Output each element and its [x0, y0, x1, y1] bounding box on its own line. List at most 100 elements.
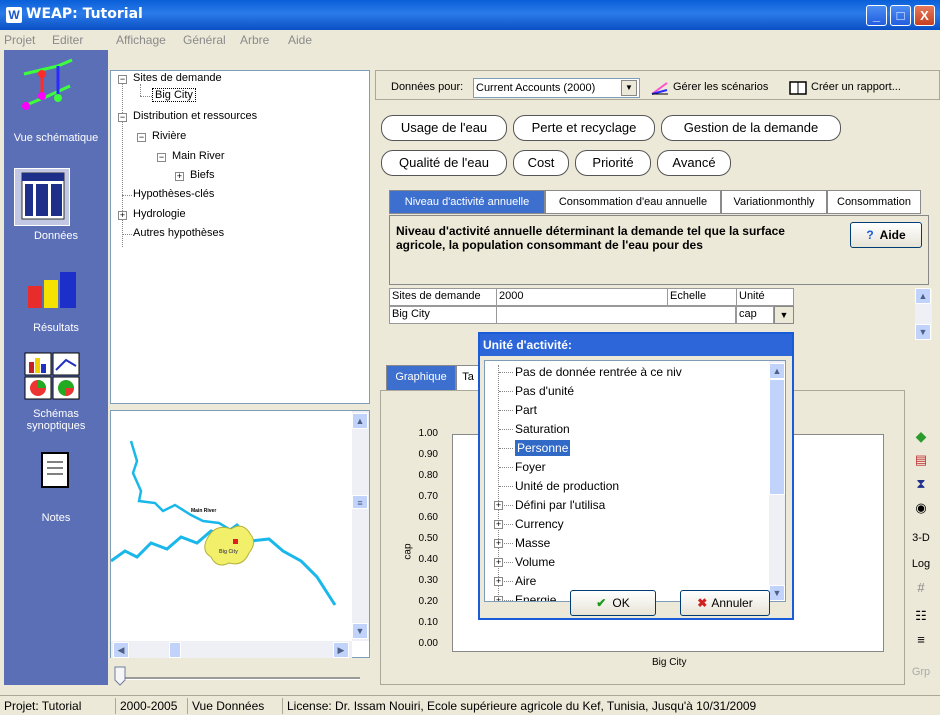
menu-arbre[interactable]: Arbre: [240, 33, 269, 47]
nav-data[interactable]: Données: [4, 170, 108, 246]
collapse-main-river-icon[interactable]: −: [157, 153, 166, 162]
tab-table[interactable]: Ta: [456, 365, 480, 391]
zoom-slider-thumb[interactable]: [114, 666, 126, 686]
collapse-distribution-icon[interactable]: −: [118, 113, 127, 122]
scenario-select[interactable]: Current Accounts (2000): [473, 78, 640, 98]
map-scroll-up-button[interactable]: ▲: [352, 413, 368, 429]
scenario-dropdown-arrow-icon[interactable]: ▼: [621, 80, 637, 96]
menu-aide[interactable]: Aide: [288, 33, 312, 47]
unit-item[interactable]: Masse: [515, 535, 550, 551]
grid-cell-value[interactable]: [496, 306, 736, 324]
stacked-bar-icon[interactable]: ▤: [910, 452, 932, 468]
nav-results[interactable]: Résultats: [4, 272, 108, 338]
close-button[interactable]: X: [914, 5, 935, 26]
unit-item[interactable]: Currency: [515, 516, 564, 532]
menu-affichage[interactable]: Affichage: [116, 33, 166, 47]
tree-node-distribution[interactable]: Distribution et ressources: [133, 110, 257, 122]
expand-unit-group-icon[interactable]: +: [494, 539, 503, 548]
unit-item[interactable]: Pas de donnée rentrée à ce niv: [515, 364, 682, 380]
tree-node-sites[interactable]: Sites de demande: [133, 72, 222, 84]
pill-loss-recycling[interactable]: Perte et recyclage: [513, 115, 655, 141]
pill-cost[interactable]: Cost: [513, 150, 569, 176]
expand-unit-group-icon[interactable]: +: [494, 596, 503, 601]
grid-cell-unit[interactable]: cap: [736, 306, 774, 324]
unit-item[interactable]: Unité de production: [515, 478, 619, 494]
map-scroll-down-button[interactable]: ▼: [352, 623, 368, 639]
map-scroll-thumb[interactable]: ≡: [352, 495, 368, 509]
map-scroll-left-button[interactable]: ◀: [113, 642, 129, 658]
menu-editer[interactable]: Editer: [52, 33, 83, 47]
expand-unit-group-icon[interactable]: +: [494, 501, 503, 510]
help-button[interactable]: ? Aide: [850, 222, 922, 248]
unit-item[interactable]: Energie: [515, 592, 556, 601]
3d-button[interactable]: 3-D: [910, 532, 932, 544]
pill-water-use[interactable]: Usage de l'eau: [381, 115, 507, 141]
tab-consumption[interactable]: Consommation: [827, 190, 921, 214]
map-hscrollbar[interactable]: [111, 641, 352, 658]
chart-type-icon[interactable]: ◆: [910, 428, 932, 445]
unit-item-selected[interactable]: Personne: [515, 440, 571, 456]
schematic-map[interactable]: Main River Big City ▲ ≡ ▼ ◀ ▶: [110, 410, 370, 658]
unit-item[interactable]: Part: [515, 402, 537, 418]
collapse-river-icon[interactable]: −: [137, 133, 146, 142]
y-tick-label: 0.60: [418, 512, 438, 523]
expand-unit-group-icon[interactable]: +: [494, 520, 503, 529]
tree-node-main-river[interactable]: Main River: [172, 150, 225, 162]
unit-dropdown-arrow-icon[interactable]: ▼: [774, 306, 794, 324]
tab-graph[interactable]: Graphique: [386, 365, 456, 391]
map-hscroll-thumb[interactable]: [169, 642, 181, 658]
zoom-slider[interactable]: [110, 664, 370, 688]
collapse-sites-icon[interactable]: −: [118, 75, 127, 84]
unit-item[interactable]: Défini par l'utilisa: [515, 497, 605, 513]
unit-list-scroll-down-button[interactable]: ▼: [769, 585, 785, 601]
nav-schematic[interactable]: Vue schématique: [4, 56, 108, 166]
pill-water-quality[interactable]: Qualité de l'eau: [381, 150, 507, 176]
expand-unit-group-icon[interactable]: +: [494, 577, 503, 586]
tab-annual-consumption[interactable]: Consommation d'eau annuelle: [545, 190, 721, 214]
y-tick-label: 0.80: [418, 470, 438, 481]
cancel-button[interactable]: ✖ Annuler: [680, 590, 770, 616]
create-report-button[interactable]: Créer un rapport...: [811, 81, 901, 93]
log-button[interactable]: Log: [910, 558, 932, 570]
group-button[interactable]: Grp: [910, 666, 932, 678]
unit-list-scroll-up-button[interactable]: ▲: [769, 363, 785, 379]
nav-overviews[interactable]: Schémas synoptiques: [4, 352, 108, 444]
unit-item[interactable]: Foyer: [515, 459, 546, 475]
expand-hydrology-icon[interactable]: +: [118, 211, 127, 220]
tree-node-hydrology[interactable]: Hydrologie: [133, 208, 186, 220]
sort-icon[interactable]: ⧗: [910, 476, 932, 492]
tree-node-river[interactable]: Rivière: [152, 130, 186, 142]
legend-icon[interactable]: ☷: [910, 608, 932, 624]
map-vscrollbar[interactable]: [352, 411, 369, 641]
expand-reaches-icon[interactable]: +: [175, 172, 184, 181]
lines-icon[interactable]: ≡: [910, 632, 932, 647]
nav-notes[interactable]: Notes: [4, 450, 108, 526]
unit-list-scroll-thumb[interactable]: [769, 379, 785, 495]
menu-general[interactable]: Général: [183, 33, 226, 47]
unit-item[interactable]: Pas d'unité: [515, 383, 574, 399]
tab-monthly-variation[interactable]: Variationmonthly: [721, 190, 827, 214]
grid-scroll-down-button[interactable]: ▼: [915, 324, 931, 340]
ok-button[interactable]: ✔ OK: [570, 590, 656, 616]
manage-scenarios-button[interactable]: Gérer les scénarios: [673, 81, 768, 93]
pill-priority[interactable]: Priorité: [575, 150, 651, 176]
unit-item[interactable]: Volume: [515, 554, 555, 570]
tree-node-key-assumptions[interactable]: Hypothèses-clés: [133, 188, 214, 200]
menu-projet[interactable]: Projet: [4, 33, 35, 47]
maximize-button[interactable]: □: [890, 5, 911, 26]
unit-item[interactable]: Aire: [515, 573, 536, 589]
grid-scroll-up-button[interactable]: ▲: [915, 288, 931, 304]
unit-item[interactable]: Saturation: [515, 421, 570, 437]
tab-annual-activity[interactable]: Niveau d'activité annuelle: [389, 190, 545, 214]
tree-node-other-assumptions[interactable]: Autres hypothèses: [133, 227, 224, 239]
minimize-button[interactable]: _: [866, 5, 887, 26]
map-scroll-right-button[interactable]: ▶: [333, 642, 349, 658]
expand-unit-group-icon[interactable]: +: [494, 558, 503, 567]
pill-advanced[interactable]: Avancé: [657, 150, 731, 176]
pill-demand-management[interactable]: Gestion de la demande: [661, 115, 841, 141]
color-palette-icon[interactable]: ◉: [910, 500, 932, 516]
grid-icon[interactable]: #: [910, 580, 932, 595]
tree-node-reaches[interactable]: Biefs: [190, 169, 214, 181]
tree-node-big-city[interactable]: Big City: [152, 88, 196, 102]
schematic-icon: [22, 58, 73, 110]
